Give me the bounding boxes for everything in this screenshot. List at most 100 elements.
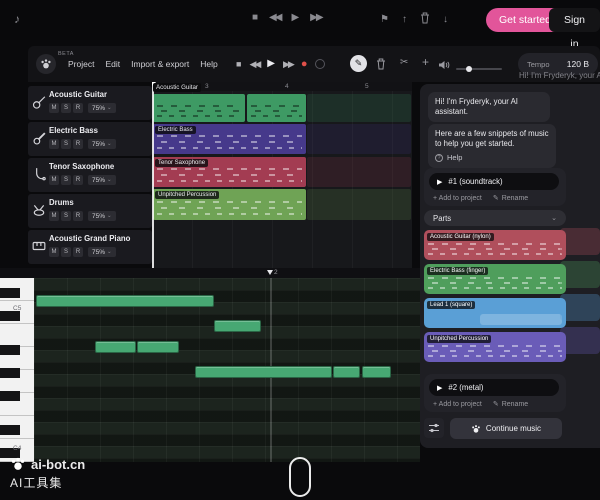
pencil-tool-button[interactable]: ✎: [350, 55, 367, 72]
upload-icon[interactable]: ↑: [402, 15, 407, 25]
solo-button[interactable]: S: [61, 247, 71, 257]
solo-button[interactable]: S: [61, 103, 71, 113]
part-name-tag: Lead 1 (square): [427, 301, 475, 309]
help-link[interactable]: ? Help: [435, 153, 549, 163]
scissors-tool-icon[interactable]: ✂: [400, 58, 408, 68]
part-chip-guitar[interactable]: Acoustic Guitar (nylon): [424, 230, 566, 260]
audio-clip-guitar-2[interactable]: [247, 94, 306, 122]
menu-project[interactable]: Project: [68, 59, 94, 69]
play-icon[interactable]: ▶: [291, 13, 299, 23]
record-arm-button[interactable]: R: [73, 211, 83, 221]
clip-name-tag: Tenor Saxophone: [155, 159, 208, 167]
sliders-icon: [428, 422, 440, 434]
menu-edit[interactable]: Edit: [105, 59, 120, 69]
mute-button[interactable]: M: [49, 211, 59, 221]
add-to-project-button[interactable]: + Add to project: [433, 400, 482, 408]
snippet-play-button[interactable]: ▶ #1 (soundtrack): [429, 173, 559, 190]
record-arm-button[interactable]: R: [73, 103, 83, 113]
volume-slider[interactable]: [456, 68, 502, 70]
track-volume-control[interactable]: 75%⌄: [88, 247, 116, 257]
white-key[interactable]: [0, 324, 34, 347]
tempo-value: 120 B: [567, 59, 589, 69]
fast-forward-button[interactable]: ▶▶: [283, 60, 293, 69]
part-chip-bass[interactable]: Electric Bass (finger): [424, 264, 566, 294]
black-key[interactable]: [0, 391, 20, 401]
continue-music-button[interactable]: Continue music: [450, 418, 562, 439]
loop-toggle-icon[interactable]: [315, 59, 325, 69]
mute-button[interactable]: M: [49, 175, 59, 185]
track-volume-control[interactable]: 75%⌄: [88, 211, 116, 221]
track-volume-control[interactable]: 75%⌄: [88, 103, 116, 113]
track-row[interactable]: Drums M S R 75%⌄: [28, 194, 152, 228]
mute-button[interactable]: M: [49, 139, 59, 149]
app-logo[interactable]: [36, 54, 56, 74]
track-row[interactable]: Tenor Saxophone M S R 75%⌄: [28, 158, 152, 192]
black-key[interactable]: [0, 311, 20, 321]
midi-note[interactable]: [214, 320, 261, 332]
black-key[interactable]: [0, 425, 20, 435]
midi-note[interactable]: [362, 366, 391, 378]
add-to-project-button[interactable]: + Add to project: [433, 194, 482, 202]
record-arm-button[interactable]: R: [73, 247, 83, 257]
part-chip-lead[interactable]: Lead 1 (square): [424, 298, 566, 328]
speaker-icon[interactable]: [438, 58, 450, 76]
stop-icon[interactable]: ■: [252, 13, 258, 23]
track-row[interactable]: Electric Bass M S R 75%⌄: [28, 122, 152, 156]
delete-tool-icon[interactable]: [376, 58, 386, 73]
loop-marker-icon[interactable]: [267, 270, 273, 275]
download-icon[interactable]: ↓: [443, 15, 448, 25]
midi-note[interactable]: [195, 366, 332, 378]
ghost-clip: [307, 157, 411, 187]
volume-slider-knob[interactable]: [466, 66, 472, 72]
snippet-play-button[interactable]: ▶ #2 (metal): [429, 379, 559, 396]
pencil-icon: ✎: [493, 194, 499, 202]
solo-button[interactable]: S: [61, 175, 71, 185]
black-key[interactable]: [0, 345, 20, 355]
solo-button[interactable]: S: [61, 139, 71, 149]
add-tool-icon[interactable]: +: [422, 56, 429, 68]
midi-note[interactable]: [333, 366, 360, 378]
track-row[interactable]: Acoustic Grand Piano M S R 75%⌄: [28, 230, 152, 264]
piano-roll-ruler[interactable]: 2: [0, 268, 420, 278]
menu-import-export[interactable]: Import & export: [131, 59, 189, 69]
black-key[interactable]: [0, 288, 20, 298]
track-volume-control[interactable]: 75%⌄: [88, 175, 116, 185]
assistant-greeting: Hi! I'm Fryderyk, your AI assistant.: [428, 92, 550, 122]
piano-keys[interactable]: C5 C4: [0, 278, 34, 462]
midi-note[interactable]: [95, 341, 136, 353]
menu-help[interactable]: Help: [200, 59, 217, 69]
rename-button[interactable]: ✎Rename: [493, 400, 528, 408]
audio-clip-sax[interactable]: Tenor Saxophone: [153, 157, 306, 187]
audio-clip-bass[interactable]: Electric Bass: [153, 124, 306, 154]
midi-note[interactable]: [137, 341, 179, 353]
rewind-icon[interactable]: ◀◀: [269, 13, 280, 23]
track-volume-control[interactable]: 75%⌄: [88, 139, 116, 149]
rewind-button[interactable]: ◀◀: [249, 60, 259, 69]
play-button[interactable]: ▶: [267, 59, 275, 69]
rename-button[interactable]: ✎Rename: [493, 194, 528, 202]
sign-in-button[interactable]: Sign in: [549, 8, 600, 32]
generation-settings-button[interactable]: [424, 418, 444, 438]
part-chip-percussion[interactable]: Unpitched Percussion: [424, 332, 566, 362]
pin-icon[interactable]: ⚑: [380, 15, 389, 25]
black-key[interactable]: [0, 368, 20, 378]
parts-dropdown[interactable]: Parts ⌄: [424, 210, 566, 226]
audio-clip-guitar[interactable]: [153, 94, 245, 122]
part-notes-pattern: [428, 276, 562, 290]
track-row[interactable]: Acoustic Guitar M S R 75%⌄: [28, 86, 152, 120]
record-arm-button[interactable]: R: [73, 175, 83, 185]
record-button[interactable]: ●: [301, 59, 308, 70]
playhead[interactable]: [152, 82, 154, 268]
arrangement-view[interactable]: 3 4 5 Acoustic Guitar Electric Bass Teno…: [152, 82, 412, 268]
audio-clip-percussion[interactable]: Unpitched Percussion: [153, 189, 306, 220]
mute-button[interactable]: M: [49, 103, 59, 113]
record-arm-button[interactable]: R: [73, 139, 83, 149]
solo-button[interactable]: S: [61, 211, 71, 221]
piano-roll-notes[interactable]: [34, 278, 420, 462]
trash-icon[interactable]: [420, 12, 430, 27]
fast-forward-icon[interactable]: ▶▶: [310, 13, 321, 23]
part-highlight-block: [480, 314, 562, 325]
mute-button[interactable]: M: [49, 247, 59, 257]
midi-note[interactable]: [36, 295, 214, 307]
stop-button[interactable]: ■: [236, 60, 241, 69]
